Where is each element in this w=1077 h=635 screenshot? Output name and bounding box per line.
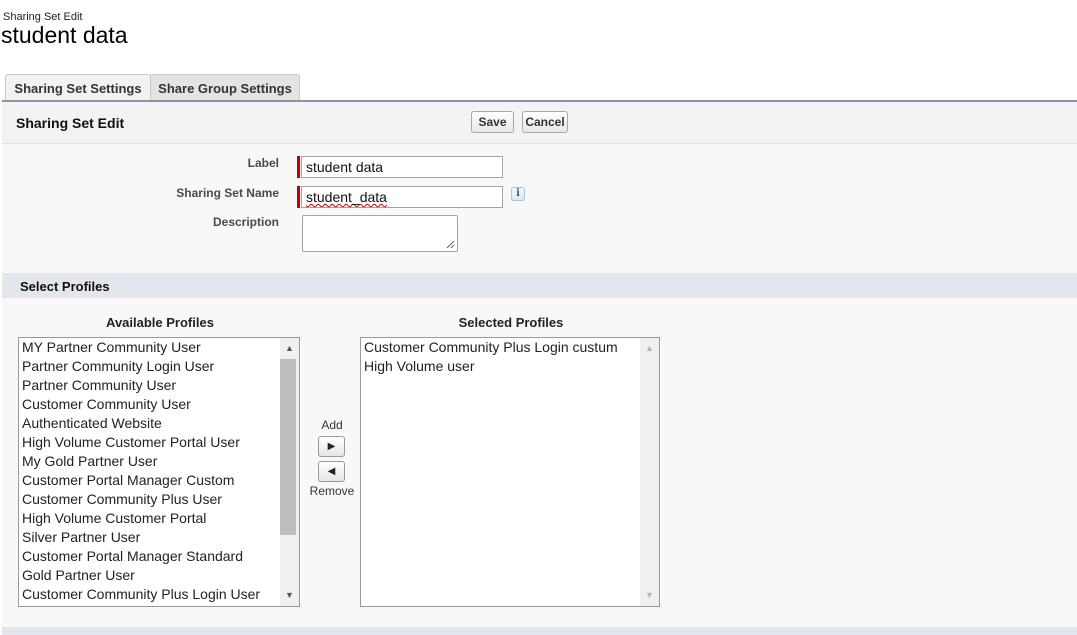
list-item[interactable]: Customer Community Plus User	[22, 490, 260, 509]
list-item[interactable]: Customer Portal Manager Standard	[22, 547, 260, 566]
select-profiles-title: Select Profiles	[20, 279, 110, 294]
edit-section-header: Sharing Set Edit Save Cancel	[2, 102, 1077, 144]
list-item[interactable]: Customer Portal Manager Custom	[22, 471, 260, 490]
selected-profiles-heading: Selected Profiles	[458, 315, 564, 330]
tab-sharing-set-settings[interactable]: Sharing Set Settings	[5, 74, 151, 103]
list-item[interactable]: Silver Partner User	[22, 528, 260, 547]
list-item[interactable]: Partner Community Login User	[22, 357, 260, 376]
list-item[interactable]: MY Partner Community User	[22, 338, 260, 357]
list-item[interactable]: High Volume Customer Portal User	[22, 433, 260, 452]
sharing-set-name-value: student_data	[306, 189, 387, 205]
description-label: Description	[212, 215, 279, 229]
select-profiles-header: Select Profiles	[2, 273, 1077, 298]
add-button[interactable]: ▶	[318, 436, 345, 457]
list-item[interactable]: My Gold Partner User	[22, 452, 260, 471]
list-item[interactable]: High Volume Customer Portal	[22, 509, 260, 528]
required-indicator	[297, 156, 300, 178]
list-item[interactable]: Partner Community User	[22, 376, 260, 395]
save-button[interactable]: Save	[471, 111, 514, 133]
scrollbar[interactable]: ▲ ▼	[640, 338, 659, 606]
label-input[interactable]: student data	[301, 156, 503, 178]
available-profiles-list[interactable]: MY Partner Community User Partner Communi…	[18, 337, 300, 607]
list-item[interactable]: Authenticated Website	[22, 414, 260, 433]
scroll-up-icon[interactable]: ▲	[640, 340, 659, 357]
scrollbar-thumb[interactable]	[280, 359, 296, 535]
info-icon[interactable]: i	[511, 187, 525, 201]
edit-panel: Sharing Set Edit Save Cancel Label stude…	[2, 102, 1077, 635]
description-textarea[interactable]	[302, 215, 458, 252]
add-label: Add	[321, 418, 343, 432]
sharing-set-name-input[interactable]: student_data	[301, 186, 503, 208]
sharing-set-name-label: Sharing Set Name	[176, 186, 279, 200]
required-indicator	[297, 186, 300, 208]
list-item[interactable]: Customer Community User	[22, 395, 260, 414]
arrow-left-icon: ◀	[327, 466, 336, 477]
list-item[interactable]: Gold Partner User	[22, 566, 260, 585]
resize-grip-icon[interactable]	[446, 240, 455, 249]
scrollbar[interactable]: ▲ ▼	[280, 338, 299, 606]
cancel-button[interactable]: Cancel	[522, 111, 568, 133]
scroll-down-icon[interactable]: ▼	[280, 587, 299, 604]
label-field-label: Label	[247, 156, 279, 170]
list-item[interactable]: Customer Community Plus Login User	[22, 585, 260, 604]
remove-button[interactable]: ◀	[318, 461, 345, 482]
remove-label: Remove	[309, 484, 355, 498]
list-item[interactable]: High Volume user	[364, 357, 618, 376]
label-input-value: student data	[306, 159, 384, 175]
edit-section-title: Sharing Set Edit	[16, 115, 125, 131]
scroll-down-icon[interactable]: ▼	[640, 587, 659, 604]
selected-profiles-items: Customer Community Plus Login custum High…	[364, 338, 618, 376]
list-item[interactable]: Customer Community Plus Login custum	[364, 338, 618, 357]
scroll-up-icon[interactable]: ▲	[280, 340, 299, 357]
page-title: student data	[1, 22, 128, 48]
arrow-right-icon: ▶	[327, 441, 336, 452]
available-profiles-items: MY Partner Community User Partner Communi…	[22, 338, 260, 604]
available-profiles-heading: Available Profiles	[106, 315, 214, 330]
bottom-band	[2, 627, 1077, 635]
selected-profiles-list[interactable]: Customer Community Plus Login custum High…	[360, 337, 660, 607]
tab-share-group-settings[interactable]: Share Group Settings	[150, 74, 300, 102]
